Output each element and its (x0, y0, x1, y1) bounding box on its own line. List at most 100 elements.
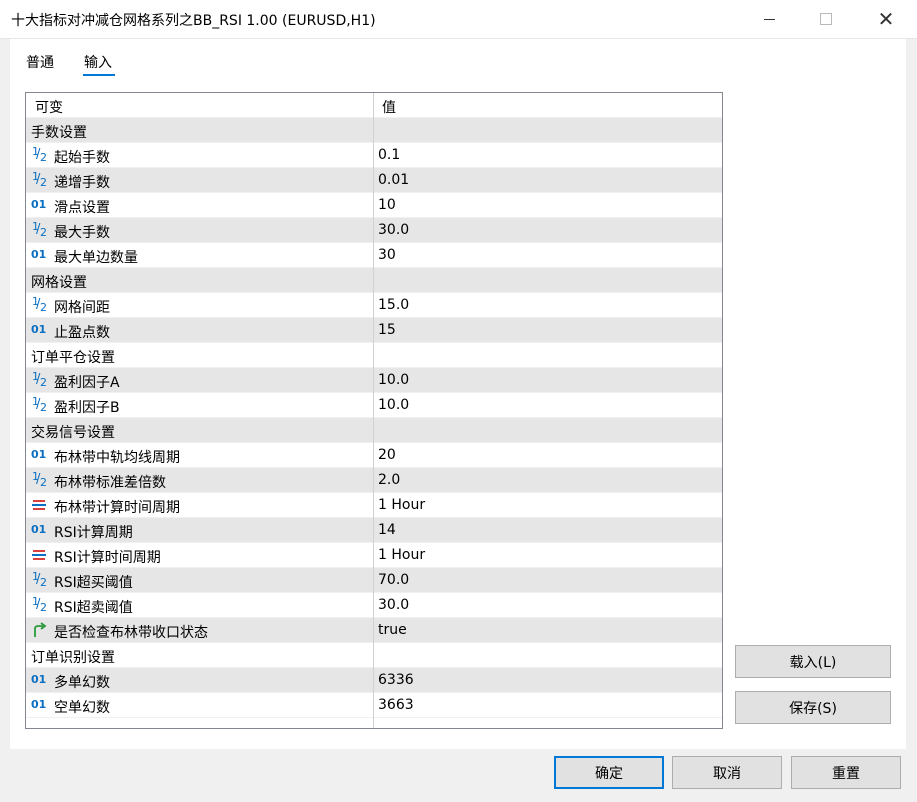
parameter-value: 30.0 (378, 222, 410, 238)
parameter-value-cell (374, 643, 721, 667)
enum-icon (31, 497, 47, 513)
parameter-row[interactable]: 1/2 RSI超买阈值 70.0 (26, 568, 722, 593)
parameter-value-cell[interactable]: 10.0 (374, 368, 721, 392)
load-button[interactable]: 载入(L) (735, 645, 891, 678)
parameter-value-cell (374, 418, 721, 442)
parameter-row[interactable]: 1/2 布林带标准差倍数 2.0 (26, 468, 722, 493)
header-value-cell[interactable]: 值 (374, 93, 721, 117)
parameter-value-cell[interactable]: 15.0 (374, 293, 721, 317)
parameter-name-cell: 01 多单幻数 (26, 668, 373, 692)
tab-inputs[interactable]: 输入 (84, 52, 112, 72)
parameter-name-cell: 网格设置 (26, 268, 373, 292)
section-row: 手数设置 (26, 118, 722, 143)
integer-icon: 01 (31, 448, 47, 461)
parameter-row[interactable]: 1/2 最大手数 30.0 (26, 218, 722, 243)
reset-button[interactable]: 重置 (791, 756, 901, 789)
parameter-name-cell: 1/2 布林带标准差倍数 (26, 468, 373, 492)
parameter-value-cell[interactable]: 70.0 (374, 568, 721, 592)
parameter-row[interactable]: 01 多单幻数 6336 (26, 668, 722, 693)
parameter-value: 3663 (378, 697, 414, 713)
section-row: 网格设置 (26, 268, 722, 293)
parameter-row[interactable]: 01 布林带中轨均线周期 20 (26, 443, 722, 468)
minimize-button[interactable] (746, 0, 792, 38)
fraction-icon: 1/2 (32, 470, 47, 489)
parameter-row[interactable]: 是否检查布林带收口状态 true (26, 618, 722, 643)
parameter-row[interactable]: 1/2 起始手数 0.1 (26, 143, 722, 168)
parameter-row[interactable]: 01 滑点设置 10 (26, 193, 722, 218)
parameter-value-cell[interactable]: 2.0 (374, 468, 721, 492)
column-divider[interactable] (373, 93, 374, 728)
parameter-row[interactable]: 1/2 盈利因子B 10.0 (26, 393, 722, 418)
save-button[interactable]: 保存(S) (735, 691, 891, 724)
parameter-name-cell: 手数设置 (26, 118, 373, 142)
close-button[interactable]: ✕ (863, 0, 909, 38)
parameter-name-cell: 订单平仓设置 (26, 343, 373, 367)
parameter-row[interactable]: 1/2 递增手数 0.01 (26, 168, 722, 193)
parameter-row[interactable]: 1/2 网格间距 15.0 (26, 293, 722, 318)
section-row: 订单平仓设置 (26, 343, 722, 368)
parameter-value: 14 (378, 522, 396, 538)
parameter-row[interactable]: RSI计算时间周期 1 Hour (26, 543, 722, 568)
parameter-name: RSI计算时间周期 (54, 550, 161, 566)
parameter-value-cell[interactable]: 1 Hour (374, 543, 721, 567)
active-tab-indicator (83, 74, 115, 76)
parameter-name-cell: 1/2 RSI超买阈值 (26, 568, 373, 592)
parameter-name-cell: 1/2 递增手数 (26, 168, 373, 192)
section-title: 订单平仓设置 (31, 350, 115, 366)
parameter-name: 网格间距 (54, 300, 110, 316)
header-name-cell[interactable]: 可变 (26, 93, 373, 117)
parameter-name: 盈利因子A (54, 375, 120, 391)
parameter-value-cell[interactable]: 10 (374, 193, 721, 217)
integer-icon: 01 (31, 523, 47, 536)
parameter-value-cell[interactable]: 1 Hour (374, 493, 721, 517)
parameter-value-cell[interactable]: 0.1 (374, 143, 721, 167)
enum-icon (31, 547, 47, 563)
parameter-name-cell: 1/2 RSI超卖阈值 (26, 593, 373, 617)
parameter-value-cell[interactable]: 20 (374, 443, 721, 467)
parameter-row[interactable]: 1/2 RSI超卖阈值 30.0 (26, 593, 722, 618)
tab-common[interactable]: 普通 (26, 52, 54, 72)
parameter-name-cell: 订单识别设置 (26, 643, 373, 667)
parameter-name-cell: 01 布林带中轨均线周期 (26, 443, 373, 467)
parameter-value: 1 Hour (378, 547, 426, 563)
parameter-value-cell[interactable]: 30.0 (374, 218, 721, 242)
parameter-row[interactable]: 01 空单幻数 3663 (26, 693, 722, 718)
parameter-row[interactable]: 1/2 盈利因子A 10.0 (26, 368, 722, 393)
parameter-name: 布林带标准差倍数 (54, 475, 166, 491)
window-title: 十大指标对冲减仓网格系列之BB_RSI 1.00 (EURUSD,H1) (11, 13, 376, 29)
fraction-icon: 1/2 (32, 570, 47, 589)
parameter-name: 多单幻数 (54, 675, 110, 691)
fraction-icon: 1/2 (32, 295, 47, 314)
parameter-value-cell[interactable]: 14 (374, 518, 721, 542)
maximize-icon (820, 13, 832, 25)
parameter-value: 15.0 (378, 297, 410, 313)
parameter-row[interactable]: 01 RSI计算周期 14 (26, 518, 722, 543)
fraction-icon: 1/2 (32, 595, 47, 614)
parameter-value-cell[interactable]: 6336 (374, 668, 721, 692)
parameter-value: 6336 (378, 672, 414, 688)
parameter-value-cell[interactable]: 0.01 (374, 168, 721, 192)
parameter-name-cell: RSI计算时间周期 (26, 543, 373, 567)
parameter-value-cell[interactable]: 30.0 (374, 593, 721, 617)
parameters-grid: 可变 值手数设置 1/2 起始手数 0.1 1/2 递增手数 0.01 01 滑点设置 10 1/2 最… (25, 92, 723, 729)
title-bar: 十大指标对冲减仓网格系列之BB_RSI 1.00 (EURUSD,H1) ✕ (0, 0, 917, 39)
parameter-name-cell: 1/2 盈利因子B (26, 393, 373, 417)
parameter-value-cell[interactable]: true (374, 618, 721, 642)
maximize-button[interactable] (803, 0, 849, 38)
section-title: 手数设置 (31, 125, 87, 141)
parameter-value-cell[interactable]: 3663 (374, 693, 721, 717)
parameter-value-cell[interactable]: 30 (374, 243, 721, 267)
parameter-row[interactable]: 布林带计算时间周期 1 Hour (26, 493, 722, 518)
parameter-value-cell[interactable]: 10.0 (374, 393, 721, 417)
parameter-name: 滑点设置 (54, 200, 110, 216)
parameter-row[interactable]: 01 最大单边数量 30 (26, 243, 722, 268)
ok-button[interactable]: 确定 (554, 756, 664, 789)
parameter-name-cell: 01 空单幻数 (26, 693, 373, 717)
parameter-name: RSI超买阈值 (54, 575, 133, 591)
parameter-value-cell (374, 343, 721, 367)
parameter-value: 30 (378, 247, 396, 263)
parameter-value-cell[interactable]: 15 (374, 318, 721, 342)
cancel-button[interactable]: 取消 (672, 756, 782, 789)
section-title: 交易信号设置 (31, 425, 115, 441)
parameter-row[interactable]: 01 止盈点数 15 (26, 318, 722, 343)
